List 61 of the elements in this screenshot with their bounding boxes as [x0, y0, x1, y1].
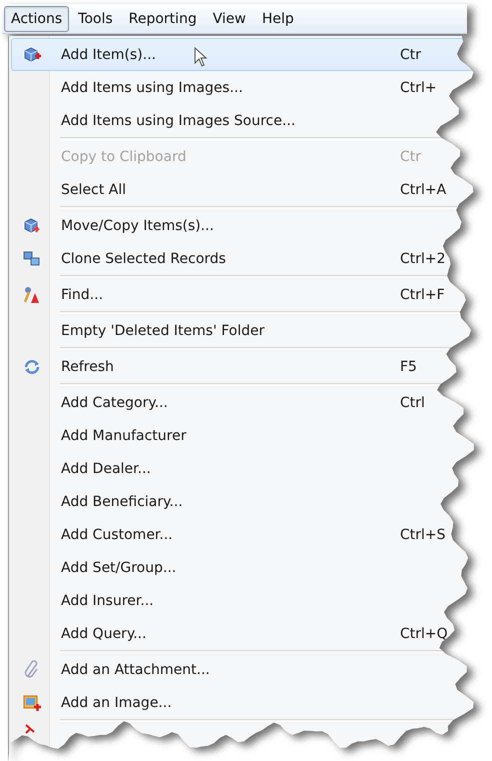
menu-item-label: Select All: [61, 182, 126, 198]
menu-item[interactable]: Add Insurer...: [11, 584, 474, 617]
menu-item[interactable]: Add Query... Ctrl+Q: [11, 617, 474, 650]
shortcut-text: Ctrl+2: [400, 250, 446, 266]
shortcut-text: Ctrl+A: [400, 182, 446, 198]
menu-item-label: Find...: [61, 286, 104, 302]
shortcut-text: Ctrl+S: [400, 526, 446, 542]
menu-item[interactable]: Add Item(s)... Ctr: [11, 38, 474, 71]
menu-item-label: Add Insurer...: [61, 592, 154, 608]
menu-item[interactable]: Add Dealer...: [11, 452, 474, 485]
menu-item[interactable]: Refresh F5: [11, 350, 474, 383]
menu-item[interactable]: Move/Copy Items(s)...: [11, 209, 474, 242]
shortcut-text: F5: [400, 358, 417, 374]
menu-bar-item[interactable]: View: [206, 6, 253, 32]
menu-item-label: Add Manufacturer: [61, 428, 186, 444]
menu-item-label: Refresh: [61, 358, 114, 374]
menu-item[interactable]: Add Beneficiary...: [11, 485, 474, 518]
menu-item[interactable]: Clone Selected Records Ctrl+2: [11, 242, 474, 275]
menu-item-label: Copy to Clipboard: [61, 148, 186, 164]
menu-item[interactable]: Add Items using Images Source...: [11, 104, 474, 137]
cube-arrow-icon: [22, 216, 42, 234]
shortcut-text: Ctrl+F: [400, 286, 445, 302]
menu-bar-item[interactable]: Help: [254, 6, 301, 32]
menu-item-label: Empty 'Deleted Items' Folder: [61, 322, 265, 338]
menu-bar-item[interactable]: Reporting: [122, 6, 204, 32]
menu-item-label: Add Category...: [61, 394, 168, 410]
cubes-icon: [22, 250, 42, 268]
menu-item-label: Clone Selected Records: [61, 250, 226, 266]
find-icon: [22, 286, 42, 304]
mouse-pointer-icon: [194, 47, 208, 67]
menu-item-label: Add Items using Images Source...: [61, 112, 296, 128]
menu-bar-item[interactable]: Tools: [71, 6, 120, 32]
menu-item-label: Move/Copy Items(s)...: [61, 218, 214, 234]
menu-item[interactable]: Add Category... Ctrl: [11, 386, 474, 419]
menu-item-label: Add an Attachment...: [61, 662, 210, 678]
menu-item[interactable]: Add Customer... Ctrl+S: [11, 518, 474, 551]
menu-item[interactable]: Add an Image...: [11, 686, 474, 719]
menu-bar-item[interactable]: Actions: [4, 6, 70, 32]
menu-item-label: Add Query...: [61, 626, 146, 642]
menu-item-label: Add Beneficiary...: [61, 494, 183, 510]
shortcut-text: Ctr: [400, 46, 422, 62]
menu-item[interactable]: Select All Ctrl+A: [11, 173, 474, 206]
menu-item-label: Add Items using Images...: [61, 80, 243, 96]
shortcut-text: Ctrl+: [400, 80, 437, 96]
menu-item[interactable]: Find... Ctrl+F: [11, 278, 474, 311]
shortcut-text: Ctrl+Q: [400, 626, 448, 642]
menu-item[interactable]: Add an Attachment...: [11, 653, 474, 686]
refresh-icon: [22, 358, 42, 376]
menu-item[interactable]: Add Set/Group...: [11, 551, 474, 584]
menu-item[interactable]: Add Items using Images... Ctrl+: [11, 71, 474, 104]
menu-item-label: Add Set/Group...: [61, 560, 176, 576]
menu-item[interactable]: Empty 'Deleted Items' Folder: [11, 314, 474, 347]
menu-item[interactable]: Add Manufacturer: [11, 419, 474, 452]
menu-item-label: Add Customer...: [61, 526, 173, 542]
menu-item-label: Add an Image...: [61, 694, 172, 710]
shortcut-text: Ctrl: [400, 394, 425, 410]
shortcut-text: Ctr: [400, 148, 422, 164]
image-plus-icon: [22, 694, 42, 712]
menu-item-label: Add Dealer...: [61, 460, 151, 476]
cube-plus-icon: [22, 46, 42, 64]
menu-item-label: Add Item(s)...: [61, 46, 156, 62]
